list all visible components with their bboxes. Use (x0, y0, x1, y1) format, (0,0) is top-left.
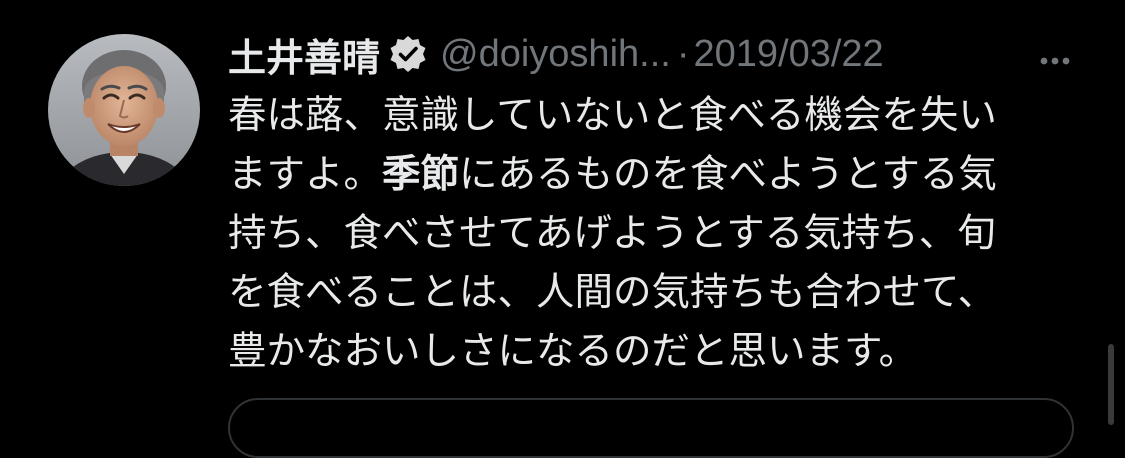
tweet-text-segment: ますよ。 (228, 152, 383, 197)
quoted-tweet-card[interactable] (228, 398, 1074, 458)
tweet-text: 春は蕗、意識していないと食べる機会を失い ますよ。季節にあるものを食べようとする… (228, 86, 1098, 381)
tweet-text-line: を食べることは、人間の気持ちも合わせて、 (228, 270, 997, 315)
display-name[interactable]: 土井善晴 (228, 27, 380, 82)
tweet-date[interactable]: 2019/03/22 (693, 33, 883, 76)
tweet-text-segment: にあるものを食べようとする気 (459, 152, 997, 197)
tweet-text-line: 春は蕗、意識していないと食べる機会を失い (228, 93, 997, 138)
scrollbar[interactable] (1108, 344, 1114, 425)
verified-badge-icon (388, 34, 428, 74)
avatar[interactable] (48, 34, 200, 186)
tweet-body: 土井善晴 @doiyoshih... · 2019/03/22 春は蕗、意識して… (228, 24, 1098, 381)
tweet-text-bold: 季節 (382, 152, 460, 197)
more-horizontal-icon[interactable] (1031, 40, 1079, 80)
tweet-text-line: 豊かなおいしさになるのだと思います。 (228, 329, 918, 374)
author-handle[interactable]: @doiyoshih... (440, 33, 671, 76)
tweet-header: 土井善晴 @doiyoshih... · 2019/03/22 (228, 24, 1098, 84)
header-separator: · (676, 32, 690, 75)
avatar-photo (48, 34, 200, 186)
tweet[interactable]: 土井善晴 @doiyoshih... · 2019/03/22 春は蕗、意識して… (0, 0, 1125, 458)
tweet-text-line: 持ち、食べさせてあげようとする気持ち、旬 (228, 211, 996, 256)
tweet-text-line: ますよ。季節にあるものを食べようとする気 (228, 145, 1098, 204)
